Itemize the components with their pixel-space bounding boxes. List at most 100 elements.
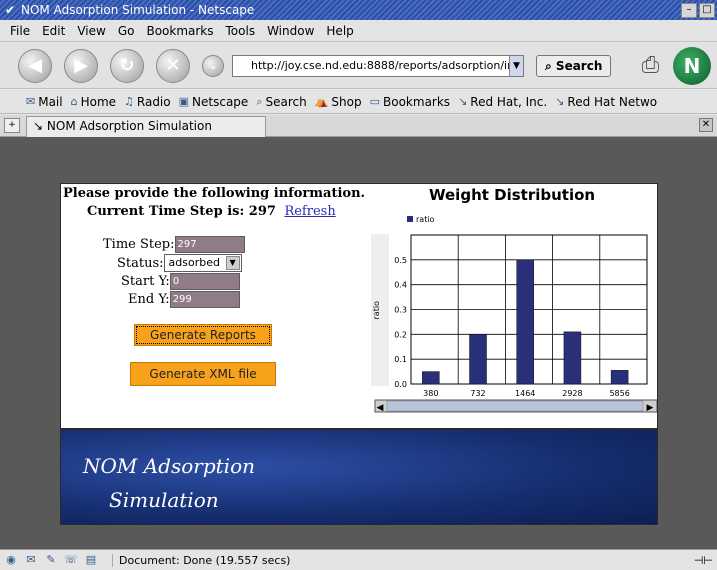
forward-arrow-icon: ▶: [74, 55, 88, 76]
tab-link-icon: ↘: [33, 119, 44, 133]
toolbar-item-shop[interactable]: ⛺ Shop: [315, 95, 362, 109]
url-dropdown-icon[interactable]: ▼: [509, 55, 523, 76]
chart-scrollbar-thumb: [386, 400, 644, 412]
window-menu-icon[interactable]: ✔: [3, 3, 17, 17]
x-tick-label: 2928: [562, 389, 582, 398]
time-step-row: Time Step: 297: [103, 236, 245, 253]
y-tick-label: 0.0: [394, 380, 407, 389]
connection-icon: ⊣⊢: [693, 553, 713, 567]
end-y-input[interactable]: 299: [169, 291, 240, 308]
menu-edit[interactable]: Edit: [36, 24, 71, 38]
maximize-button[interactable]: □: [699, 2, 715, 18]
shop-icon: ⛺: [314, 95, 329, 108]
toolbar-item-netscape[interactable]: ▣ Netscape: [179, 95, 249, 109]
new-tab-icon[interactable]: +: [4, 118, 20, 133]
minimize-button[interactable]: –: [681, 2, 697, 18]
netscape-my-icon: ▣: [178, 95, 190, 108]
status-label: Status:: [117, 255, 164, 271]
title-bar: ✔ NOM Adsorption Simulation - Netscape –…: [0, 0, 717, 20]
generate-reports-button[interactable]: Generate Reports: [134, 324, 272, 346]
toolbar-item-radio[interactable]: ♫ Radio: [124, 95, 171, 109]
menu-file[interactable]: File: [4, 24, 36, 38]
refresh-link[interactable]: Refresh: [284, 204, 335, 219]
tab-label: NOM Adsorption Simulation: [46, 119, 212, 133]
menu-help[interactable]: Help: [320, 24, 359, 38]
bar: [610, 370, 629, 385]
banner: NOM Adsorption Simulation: [60, 429, 658, 525]
folder-icon: ▭: [369, 95, 381, 108]
form-heading: Please provide the following information…: [63, 186, 366, 201]
print-icon[interactable]: ⎙: [635, 53, 665, 79]
go-button[interactable]: ⌄: [202, 54, 224, 77]
y-tick-label: 0.4: [394, 281, 407, 290]
bar: [516, 259, 534, 385]
menu-tools[interactable]: Tools: [220, 24, 262, 38]
y-tick-label: 0.1: [394, 355, 407, 364]
menu-view[interactable]: View: [71, 24, 111, 38]
reload-icon: ↻: [119, 55, 135, 76]
menu-go[interactable]: Go: [112, 24, 141, 38]
mail-icon[interactable]: ✉: [24, 553, 38, 567]
forward-button[interactable]: ▶: [64, 48, 98, 83]
toolbar-item-label: Search: [265, 94, 307, 109]
go-icon: ⌄: [208, 59, 218, 72]
x-tick-label: 380: [423, 389, 438, 398]
address-book-icon[interactable]: ▤: [84, 553, 98, 567]
status-text: Document: Done (19.557 secs): [112, 553, 290, 567]
toolbar-item-search[interactable]: ⌕ Search: [256, 95, 306, 109]
generate-xml-button[interactable]: Generate XML file: [130, 362, 276, 386]
toolbar-item-label: Home: [80, 94, 117, 109]
netscape-logo-icon[interactable]: N: [673, 46, 711, 85]
radio-icon: ♫: [124, 95, 134, 108]
mail-icon: ✉: [26, 95, 36, 108]
status-select[interactable]: adsorbed ▼: [163, 254, 242, 272]
toolbar-item-home[interactable]: ⌂ Home: [71, 95, 116, 109]
back-button[interactable]: ◀: [18, 48, 52, 83]
time-step-input[interactable]: 297: [174, 236, 245, 253]
url-field[interactable]: http://joy.cse.nd.edu:8888/reports/adsor…: [232, 54, 524, 77]
tab-bar: + ↘ NOM Adsorption Simulation ✕: [0, 115, 717, 137]
toolbar-item-label: Shop: [331, 94, 362, 109]
close-tab-icon[interactable]: ✕: [699, 118, 713, 132]
y-tick-label: 0.2: [394, 330, 407, 339]
status-select-value: adsorbed: [168, 256, 220, 269]
stop-button[interactable]: ✕: [156, 48, 190, 83]
bar: [422, 371, 440, 385]
tab-nom-adsorption[interactable]: ↘ NOM Adsorption Simulation: [26, 116, 266, 137]
status-bar: ◉ ✉ ✎ ☏ ▤ Document: Done (19.557 secs) ⊣…: [0, 549, 717, 570]
toolbar-item-label: Bookmarks: [383, 94, 451, 109]
page-content: Please provide the following information…: [0, 137, 717, 549]
toolbar-item-redhat-network[interactable]: ↘ Red Hat Netwo: [555, 95, 657, 109]
x-tick-label: 732: [470, 389, 485, 398]
scroll-right-icon: ▶: [647, 403, 654, 413]
toolbar-item-redhat[interactable]: ↘ Red Hat, Inc.: [458, 95, 547, 109]
weight-distribution-chart: ratio 0.0 0.1 0.2 0.3 0.4 0.5 380 732 1464 2928 585…: [371, 215, 657, 413]
current-step-label: Current Time Step is: 297: [87, 204, 276, 219]
search-button[interactable]: ⌕ Search: [536, 54, 612, 77]
report-panel: Please provide the following information…: [60, 183, 658, 429]
toolbar-item-label: Red Hat, Inc.: [470, 94, 548, 109]
navigator-icon[interactable]: ◉: [4, 553, 18, 567]
home-icon: ⌂: [70, 95, 78, 108]
banner-title-line2: Simulation: [109, 488, 219, 512]
reload-button[interactable]: ↻: [110, 48, 144, 83]
y-axis-label: ratio: [372, 301, 381, 320]
status-row: Status: adsorbed ▼: [117, 254, 242, 272]
navigation-toolbar: ◀ ▶ ↻ ✕ ⌄ http://joy.cse.nd.edu:8888/rep…: [0, 43, 717, 89]
stop-icon: ✕: [165, 55, 181, 76]
end-y-row: End Y: 299: [128, 291, 240, 308]
y-tick-label: 0.5: [394, 256, 407, 265]
toolbar-item-mail[interactable]: ✉ Mail: [26, 95, 63, 109]
window-title: NOM Adsorption Simulation - Netscape: [21, 3, 255, 17]
legend-label: ratio: [416, 215, 435, 224]
search-icon: ⌕: [256, 94, 263, 108]
toolbar-item-label: Netscape: [192, 94, 249, 109]
composer-icon[interactable]: ✎: [44, 553, 58, 567]
personal-toolbar: ✉ Mail ⌂ Home ♫ Radio ▣ Netscape ⌕ Search ⛺ Sh…: [0, 90, 717, 114]
start-y-input[interactable]: 0: [169, 273, 240, 290]
menu-bookmarks[interactable]: Bookmarks: [140, 24, 219, 38]
bar: [563, 331, 582, 385]
chat-icon[interactable]: ☏: [64, 553, 78, 567]
toolbar-item-bookmarks[interactable]: ▭ Bookmarks: [370, 95, 450, 109]
menu-window[interactable]: Window: [261, 24, 320, 38]
